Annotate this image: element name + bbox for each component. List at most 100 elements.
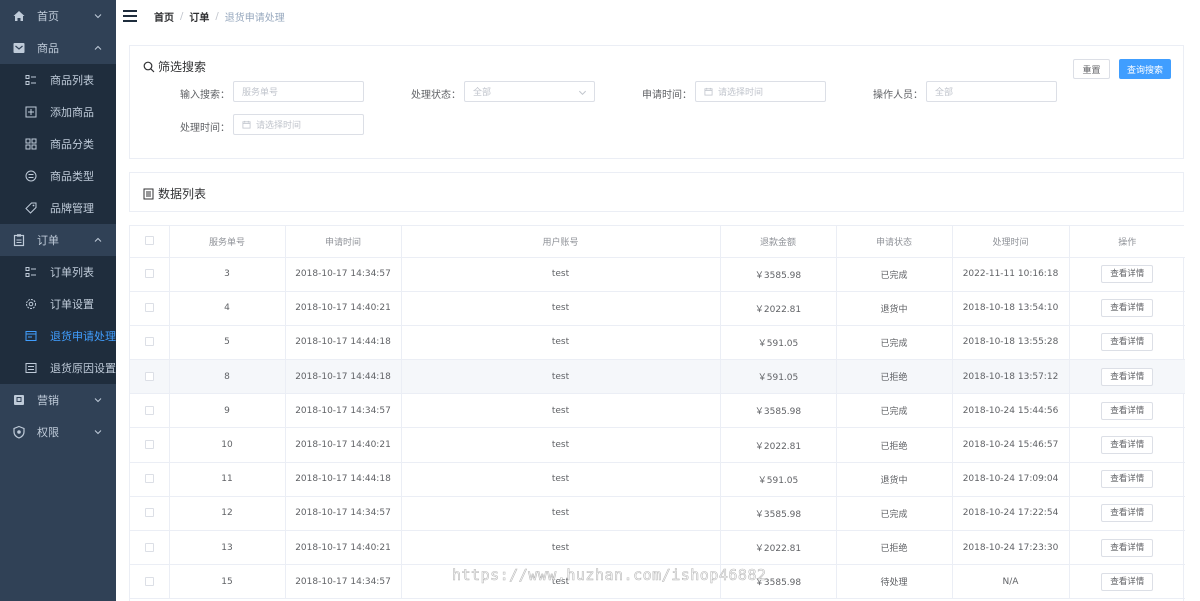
refund-amount-cell: ￥3585.98 <box>720 564 837 600</box>
refund-amount-cell: ￥3585.98 <box>720 393 837 429</box>
row-checkbox[interactable] <box>144 337 154 347</box>
table-header-row: 服务单号 申请时间 用户账号 退款金额 申请状态 处理时间 操作 <box>130 226 1185 258</box>
view-detail-button[interactable]: 查看详情 <box>1101 265 1154 284</box>
apply-time-picker[interactable]: 请选择时间 <box>695 81 826 102</box>
status-select[interactable]: 全部 <box>464 81 595 102</box>
sidebar-item-9[interactable]: 订单设置 <box>0 288 116 320</box>
row-checkbox[interactable] <box>144 371 154 381</box>
breadcrumb: 首页 / 订单 / 退货申请处理 <box>154 9 285 24</box>
sidebar-item-4[interactable]: 商品分类 <box>0 128 116 160</box>
list-icon <box>25 74 37 86</box>
operator-input[interactable]: 全部 <box>926 81 1057 102</box>
user-account-cell: test <box>401 325 721 361</box>
sidebar-item-label: 营销 <box>37 394 59 407</box>
service-number-cell: 9 <box>169 393 286 429</box>
sidebar-item-3[interactable]: 添加商品 <box>0 96 116 128</box>
sidebar-item-label: 订单 <box>37 234 59 247</box>
view-detail-button[interactable]: 查看详情 <box>1101 401 1154 420</box>
service-number-cell: 12 <box>169 496 286 532</box>
type-icon <box>25 170 37 182</box>
operator-placeholder: 全部 <box>935 88 954 98</box>
hamburger-menu-icon[interactable] <box>123 10 137 22</box>
apply-time-label: 申请时间： <box>642 90 692 101</box>
column-header: 申请状态 <box>836 226 953 258</box>
sidebar-item-label: 退货原因设置 <box>50 362 116 375</box>
row-checkbox[interactable] <box>144 440 154 450</box>
row-select-cell <box>130 427 170 463</box>
breadcrumb-current: 退货申请处理 <box>224 12 285 24</box>
apply-status-cell: 已完成 <box>836 257 953 292</box>
handle-time-picker[interactable]: 请选择时间 <box>233 114 364 135</box>
apply-time-cell: 2018-10-17 14:34:57 <box>285 564 402 600</box>
data-list-title-text: 数据列表 <box>158 187 207 201</box>
sidebar-item-10[interactable]: 退货申请处理 <box>0 320 116 352</box>
query-button[interactable]: 查询搜索 <box>1119 59 1171 79</box>
sidebar-item-6[interactable]: 品牌管理 <box>0 192 116 224</box>
row-checkbox[interactable] <box>144 508 154 518</box>
keyword-input[interactable]: 服务单号 <box>233 81 364 102</box>
user-account-cell: test <box>401 496 721 532</box>
apply-time-cell: 2018-10-17 14:40:21 <box>285 530 402 566</box>
chevron-down-icon <box>93 427 103 437</box>
view-detail-button[interactable]: 查看详情 <box>1101 299 1154 318</box>
chevron-up-icon <box>93 235 103 245</box>
tag-icon <box>25 202 37 214</box>
sidebar-item-8[interactable]: 订单列表 <box>0 256 116 288</box>
service-number-cell: 8 <box>169 359 286 395</box>
keyword-label: 输入搜索： <box>180 90 230 101</box>
apply-time-cell: 2018-10-17 14:34:57 <box>285 257 402 292</box>
apply-time-cell: 2018-10-17 14:44:18 <box>285 462 402 497</box>
view-detail-button[interactable]: 查看详情 <box>1101 367 1154 386</box>
row-checkbox[interactable] <box>144 405 154 415</box>
sidebar-item-5[interactable]: 商品类型 <box>0 160 116 192</box>
view-detail-button[interactable]: 查看详情 <box>1101 470 1154 489</box>
chevron-down-icon <box>93 11 103 21</box>
sidebar-item-11[interactable]: 退货原因设置 <box>0 352 116 384</box>
refund-amount-cell: ￥591.05 <box>720 462 837 497</box>
view-detail-button[interactable]: 查看详情 <box>1101 504 1154 523</box>
document-icon <box>143 188 154 199</box>
breadcrumb-home[interactable]: 首页 <box>154 9 174 24</box>
add-icon <box>25 106 37 118</box>
user-account-cell: test <box>401 359 721 395</box>
row-checkbox[interactable] <box>144 303 154 313</box>
select-all-checkbox[interactable] <box>144 236 154 246</box>
sidebar-item-label: 权限 <box>37 426 59 439</box>
sidebar-item-1[interactable]: 商品 <box>0 32 116 64</box>
row-checkbox[interactable] <box>144 474 154 484</box>
marketing-icon <box>12 393 26 407</box>
view-detail-button[interactable]: 查看详情 <box>1101 538 1154 557</box>
apply-time-cell: 2018-10-17 14:34:57 <box>285 496 402 532</box>
action-cell: 查看详情 <box>1069 325 1185 361</box>
row-checkbox[interactable] <box>144 542 154 552</box>
sidebar-item-12[interactable]: 营销 <box>0 384 116 416</box>
apply-time-cell: 2018-10-17 14:44:18 <box>285 359 402 395</box>
order-icon <box>12 233 26 247</box>
reset-button[interactable]: 重置 <box>1073 59 1110 79</box>
handle-time-label: 处理时间： <box>180 123 230 134</box>
row-select-cell <box>130 325 170 361</box>
row-checkbox[interactable] <box>144 576 154 586</box>
sidebar-item-13[interactable]: 权限 <box>0 416 116 448</box>
handle-time-cell: 2018-10-24 17:22:54 <box>952 496 1070 532</box>
select-all-cell <box>130 226 170 258</box>
return-apply-table: 服务单号 申请时间 用户账号 退款金额 申请状态 处理时间 操作 3 2018-1… <box>129 225 1185 601</box>
view-detail-button[interactable]: 查看详情 <box>1101 333 1154 352</box>
operator-label: 操作人员： <box>873 90 923 101</box>
user-account-cell: test <box>401 393 721 429</box>
apply-status-cell: 已拒绝 <box>836 427 953 463</box>
view-detail-button[interactable]: 查看详情 <box>1101 436 1154 455</box>
filter-title-text: 筛选搜索 <box>158 60 207 74</box>
sidebar-item-0[interactable]: 首页 <box>0 0 116 32</box>
row-checkbox[interactable] <box>144 269 154 279</box>
column-header: 用户账号 <box>401 226 721 258</box>
breadcrumb-order[interactable]: 订单 <box>189 9 209 24</box>
search-icon <box>143 61 155 72</box>
top-bar: 首页 / 订单 / 退货申请处理 <box>116 0 1200 32</box>
sidebar-item-7[interactable]: 订单 <box>0 224 116 256</box>
column-header: 处理时间 <box>952 226 1070 258</box>
view-detail-button[interactable]: 查看详情 <box>1101 572 1154 591</box>
action-cell: 查看详情 <box>1069 564 1185 600</box>
row-select-cell <box>130 496 170 532</box>
sidebar-item-2[interactable]: 商品列表 <box>0 64 116 96</box>
